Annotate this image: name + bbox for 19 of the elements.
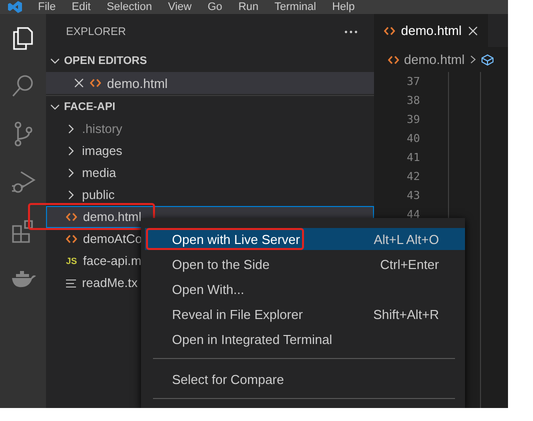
file-name: face-api.m bbox=[83, 254, 142, 268]
file-name: public bbox=[82, 188, 115, 202]
line-number: 40 bbox=[406, 131, 420, 147]
panel-title: EXPLORER bbox=[66, 26, 126, 38]
line-number: 38 bbox=[406, 93, 420, 109]
line-number: 37 bbox=[406, 74, 420, 90]
js-file-icon: JS bbox=[66, 256, 78, 266]
file-name: media bbox=[82, 166, 116, 180]
line-number: 44 bbox=[406, 207, 420, 223]
line-number: 39 bbox=[406, 112, 420, 128]
file-name: .history bbox=[82, 122, 122, 136]
file-name: demoAtCo bbox=[83, 232, 142, 246]
file-name: images bbox=[82, 144, 122, 158]
line-number: 41 bbox=[406, 150, 420, 166]
line-number: 42 bbox=[406, 169, 420, 185]
file-name: demo.html bbox=[83, 210, 142, 224]
line-number: 43 bbox=[406, 188, 420, 204]
file-name: demo.html bbox=[107, 76, 168, 90]
file-name: readMe.tx bbox=[82, 276, 138, 290]
